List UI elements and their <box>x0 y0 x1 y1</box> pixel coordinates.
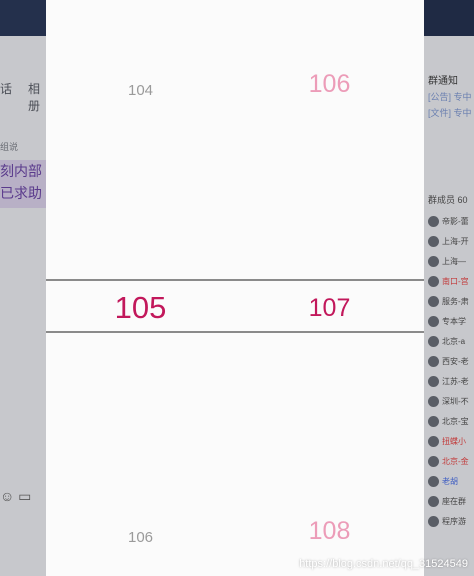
member-item[interactable]: 上海— <box>428 253 466 269</box>
picker-column-left[interactable]: 104 105 106 <box>46 0 235 576</box>
picker-left-item-selected[interactable]: 105 <box>46 290 235 326</box>
background-highlight-message: 刻内部 已求助 <box>0 160 46 208</box>
member-item[interactable]: 北京-a <box>428 333 465 349</box>
avatar <box>428 395 439 407</box>
member-name: 北京-宝 <box>442 416 469 426</box>
group-notice-title: 群通知 <box>428 76 458 87</box>
number-picker-panel[interactable]: 104 105 106 106 107 108 <box>46 0 424 576</box>
selection-top-divider <box>46 279 424 281</box>
announcement-item: [公告] 专中 <box>428 92 472 102</box>
member-item[interactable]: 服务-肃 <box>428 293 469 309</box>
background-highlight-line-2: 已求助 <box>0 185 42 201</box>
avatar <box>428 255 439 267</box>
member-name: 北京-a <box>442 336 466 346</box>
member-name: 专本学 <box>442 316 466 326</box>
avatar <box>428 215 439 227</box>
watermark: https://blog.csdn.net/qq_31524549 <box>299 558 468 570</box>
background-highlight-line-1: 刻内部 <box>0 163 42 179</box>
member-item[interactable]: 程序游 <box>428 513 466 529</box>
member-name: 帝影-蕾 <box>442 216 469 226</box>
member-item[interactable]: 江苏-老 <box>428 373 469 389</box>
background-tab-chat: 话 <box>0 82 13 96</box>
member-name: 服务-肃 <box>442 296 469 306</box>
member-name: 南口-宫 <box>442 276 469 286</box>
member-name: 座在群 <box>442 496 466 506</box>
avatar <box>428 475 439 487</box>
member-item[interactable]: 扭蝶小 <box>428 433 466 449</box>
avatar <box>428 295 439 307</box>
member-name: 西安-老 <box>442 356 469 366</box>
member-item[interactable]: 帝影-蕾 <box>428 213 469 229</box>
avatar <box>428 335 439 347</box>
avatar <box>428 355 439 367</box>
member-item[interactable]: 座在群 <box>428 493 466 509</box>
member-item[interactable]: 北京-宝 <box>428 413 469 429</box>
selection-bottom-divider <box>46 331 424 333</box>
member-name: 江苏-老 <box>442 376 469 386</box>
avatar <box>428 315 439 327</box>
background-right-top <box>424 0 474 36</box>
avatar <box>428 375 439 387</box>
avatar <box>428 235 439 247</box>
members-header: 群成员 60 <box>428 195 468 205</box>
background-tab-album: 相册 <box>28 82 41 113</box>
picker-right-item-below[interactable]: 108 <box>235 517 424 546</box>
avatar <box>428 415 439 427</box>
member-name: 北京-金 <box>442 456 469 466</box>
member-name: 上海— <box>442 256 466 266</box>
announcement-item: [文件] 专中 <box>428 108 472 118</box>
member-item[interactable]: 北京-金 <box>428 453 469 469</box>
background-right-pane: 群通知 [公告] 专中 [文件] 专中 群成员 60 帝影-蕾上海-开上海— 南口… <box>424 0 474 576</box>
picker-left-item-below[interactable]: 106 <box>46 529 235 546</box>
picker-left-item-above[interactable]: 104 <box>46 82 235 99</box>
background-folder-icon: ☺ ▭ <box>0 488 32 504</box>
member-name: 老胡 <box>442 476 458 486</box>
member-item[interactable]: 深圳-不 <box>428 393 469 409</box>
member-name: 上海-开 <box>442 236 469 246</box>
background-left-pane: 话 相册 组说 刻内部 已求助 ☺ ▭ <box>0 36 46 576</box>
member-name: 深圳-不 <box>442 396 469 406</box>
member-item[interactable]: 西安-老 <box>428 353 469 369</box>
picker-right-item-selected[interactable]: 107 <box>235 294 424 323</box>
avatar <box>428 515 439 527</box>
member-name: 扭蝶小 <box>442 436 466 446</box>
avatar <box>428 275 439 287</box>
member-name: 程序游 <box>442 516 466 526</box>
avatar <box>428 435 439 447</box>
picker-column-right[interactable]: 106 107 108 <box>235 0 424 576</box>
picker-right-item-above[interactable]: 106 <box>235 70 424 99</box>
member-item[interactable]: 专本学 <box>428 313 466 329</box>
member-item[interactable]: 南口-宫 <box>428 273 469 289</box>
avatar <box>428 455 439 467</box>
member-item[interactable]: 上海-开 <box>428 233 469 249</box>
background-sub-label: 组说 <box>0 142 19 152</box>
avatar <box>428 495 439 507</box>
member-item[interactable]: 老胡 <box>428 473 458 489</box>
